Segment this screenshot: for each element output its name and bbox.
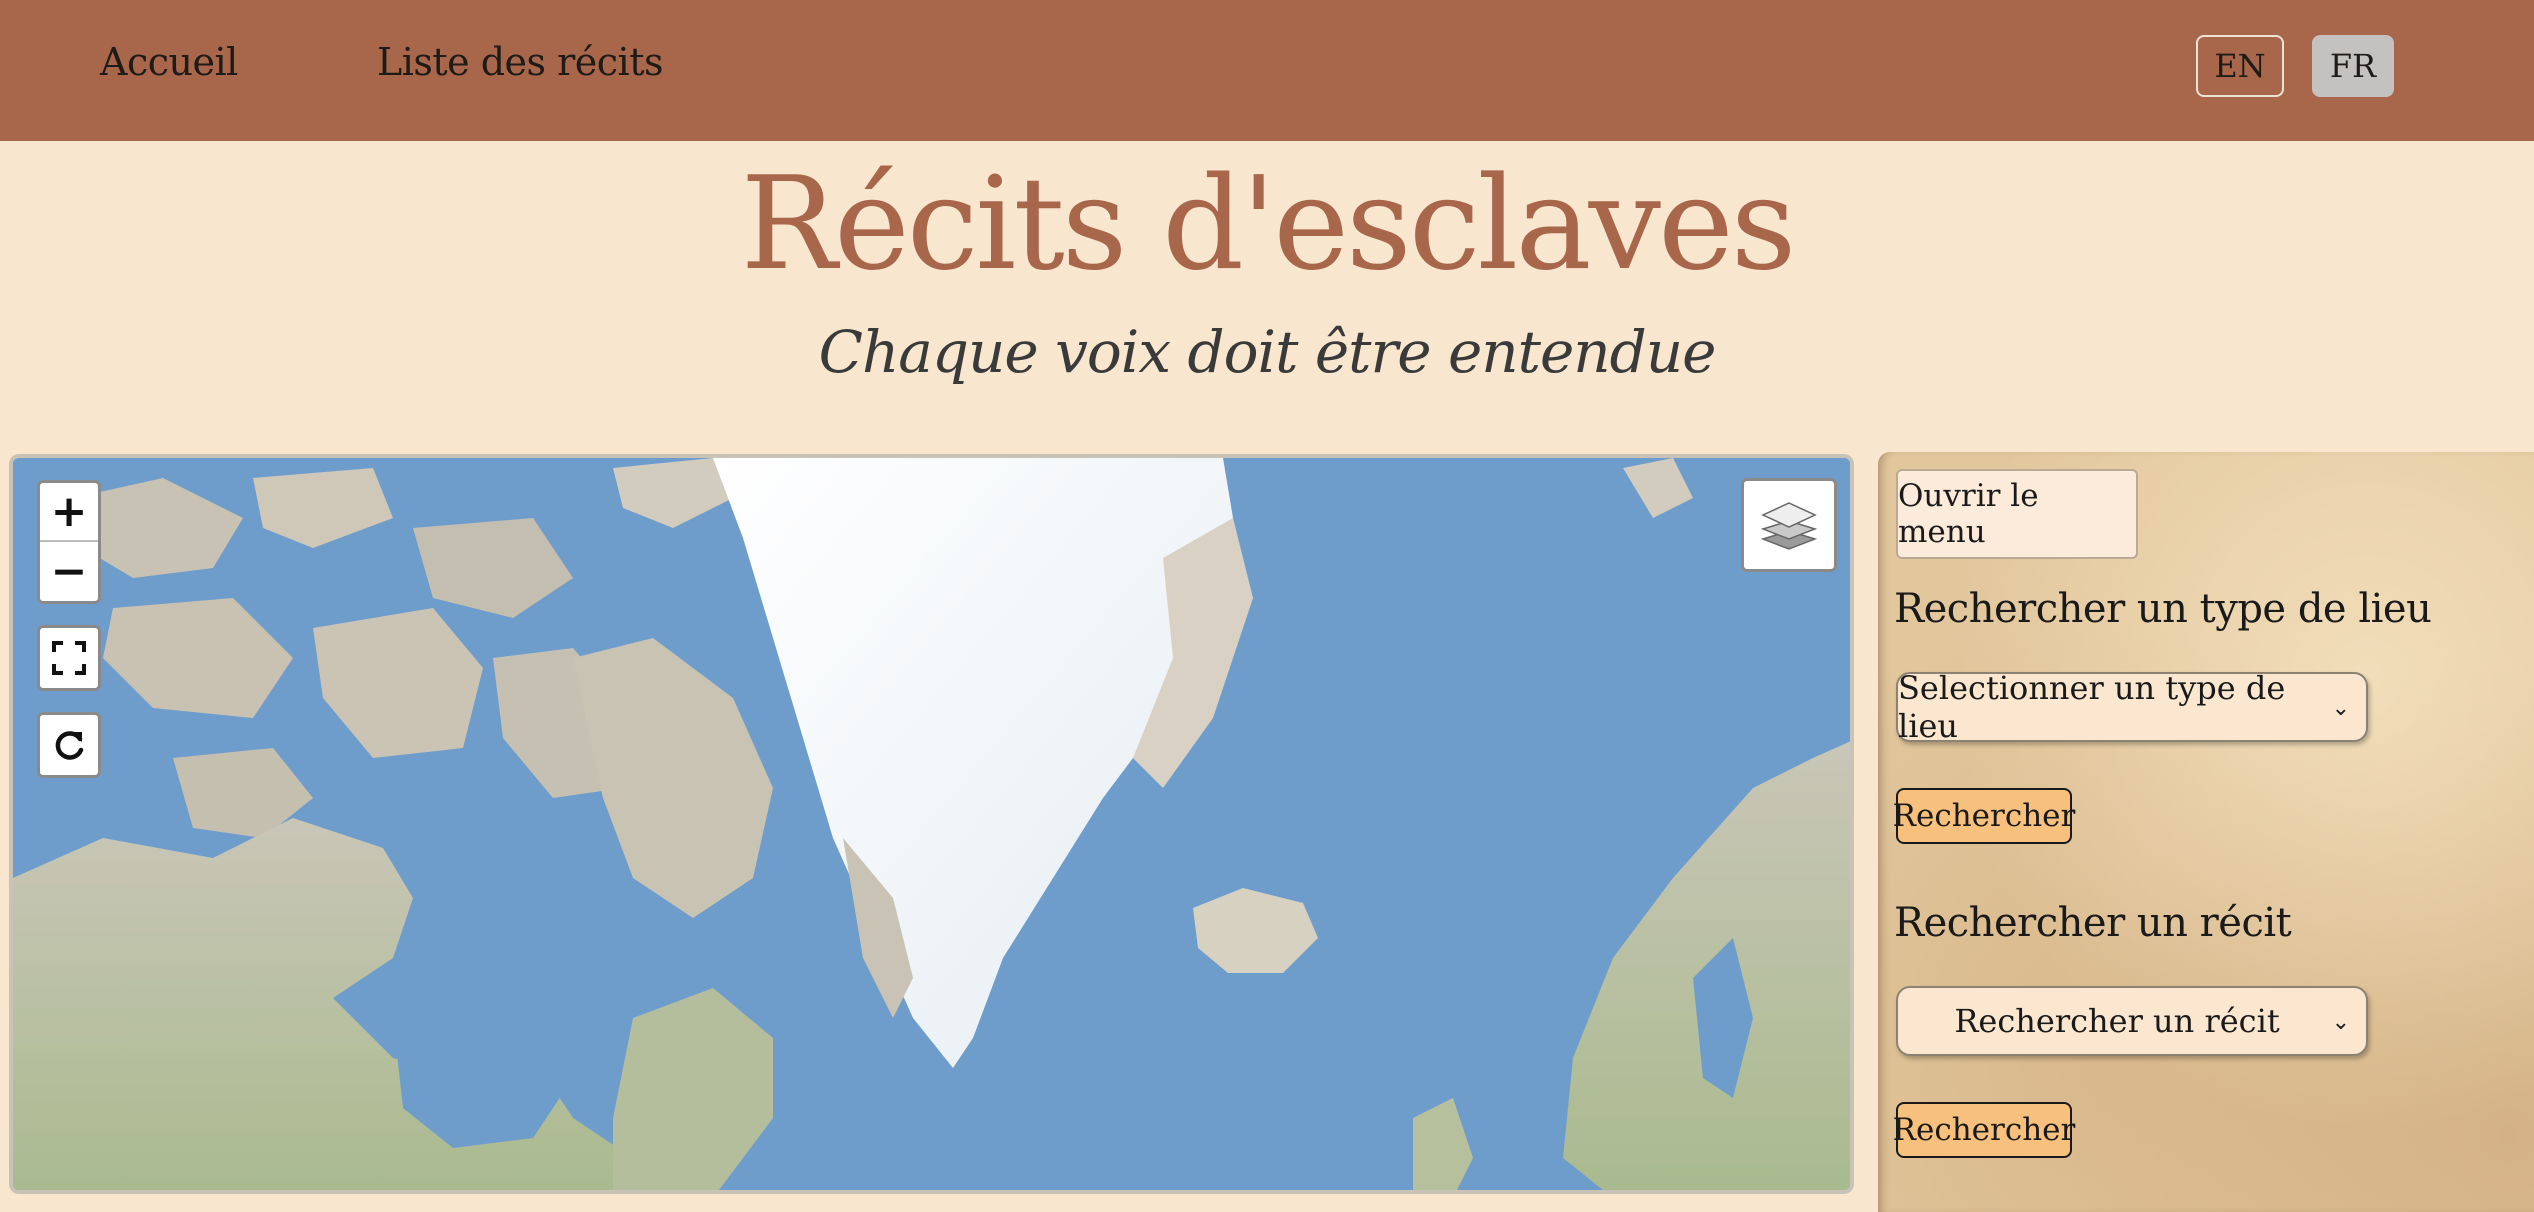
place-type-select[interactable]: Selectionner un type de lieu ⌄ bbox=[1896, 669, 2368, 745]
zoom-in-button[interactable]: + bbox=[40, 483, 98, 542]
fullscreen-icon bbox=[52, 641, 86, 675]
language-en-button[interactable]: EN bbox=[2196, 35, 2284, 97]
zoom-out-button[interactable]: − bbox=[40, 542, 98, 601]
reset-view-button[interactable] bbox=[37, 712, 101, 778]
nav-home-link[interactable]: Accueil bbox=[100, 40, 238, 84]
chevron-down-icon: ⌄ bbox=[2331, 1010, 2350, 1035]
recit-select[interactable]: Rechercher un récit ⌄ bbox=[1896, 986, 2368, 1056]
fullscreen-button[interactable] bbox=[37, 625, 101, 691]
place-type-heading: Rechercher un type de lieu bbox=[1894, 586, 2432, 632]
zoom-control: + − bbox=[37, 480, 101, 604]
page-subtitle: Chaque voix doit être entendue bbox=[818, 318, 1717, 386]
recit-heading: Rechercher un récit bbox=[1894, 900, 2292, 946]
recit-search-button[interactable]: Rechercher bbox=[1893, 1102, 2075, 1158]
map-tiles bbox=[13, 458, 1850, 1190]
chevron-down-icon: ⌄ bbox=[2331, 696, 2350, 721]
map-view[interactable]: + − bbox=[9, 454, 1854, 1194]
nav-story-list-link[interactable]: Liste des récits bbox=[377, 40, 663, 84]
layers-button[interactable] bbox=[1741, 478, 1837, 572]
open-menu-button[interactable]: Ouvrir le menu bbox=[1896, 469, 2138, 559]
layers-icon bbox=[1760, 502, 1818, 550]
language-fr-button[interactable]: FR bbox=[2312, 35, 2394, 97]
refresh-icon bbox=[55, 731, 84, 760]
page-title: Récits d'esclaves bbox=[740, 150, 1797, 299]
search-panel: Ouvrir le menu Rechercher un type de lie… bbox=[1878, 452, 2534, 1212]
recit-select-value: Rechercher un récit bbox=[1954, 1002, 2280, 1040]
place-type-select-value: Selectionner un type de lieu bbox=[1898, 669, 2286, 745]
place-type-search-button[interactable]: Rechercher bbox=[1893, 788, 2075, 844]
top-navbar: Accueil Liste des récits EN FR bbox=[0, 0, 2534, 141]
